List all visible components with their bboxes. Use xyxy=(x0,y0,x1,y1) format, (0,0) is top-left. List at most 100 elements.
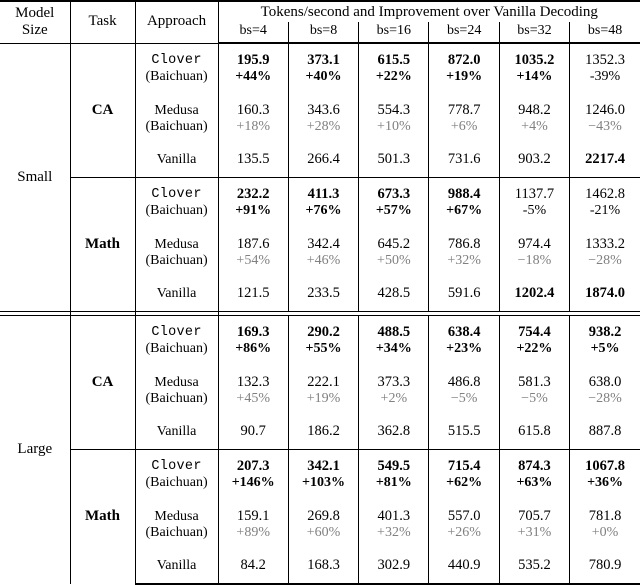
approach-name: Medusa xyxy=(154,237,199,253)
approach-model: (Baichuan) xyxy=(145,118,208,134)
improvement-percent: +50% xyxy=(377,252,411,268)
header-metric-group: Tokens/second and Improvement over Vanil… xyxy=(217,0,640,22)
cell-metric: 90.7 xyxy=(217,415,289,449)
cell-metric: 549.5 +81% xyxy=(358,448,430,500)
throughput-value: 1874.0 xyxy=(585,285,625,302)
approach-name: Medusa xyxy=(154,509,199,525)
throughput-value: 535.2 xyxy=(518,557,551,574)
throughput-value: 187.6 xyxy=(236,235,270,252)
improvement-percent: +26% xyxy=(447,524,481,540)
cell-metric: 1137.7 -5% xyxy=(498,176,571,228)
improvement-percent: +36% xyxy=(587,474,624,490)
throughput-value: 1137.7 xyxy=(514,185,555,202)
header-row-group: Model Size Task Approach Tokens/second a… xyxy=(0,0,640,43)
improvement-percent: +55% xyxy=(305,340,342,356)
throughput-value: 705.7 xyxy=(518,507,551,524)
throughput-value: 290.2 xyxy=(307,323,340,340)
cell-approach: Medusa (Baichuan) xyxy=(134,227,219,278)
cell-metric: 132.3 +45% xyxy=(217,365,289,416)
results-table-container: Model Size Task Approach Tokens/second a… xyxy=(0,0,640,585)
table-row: Math Clover (Baichuan) 232.2 +91% 411.3 +76% 67… xyxy=(0,176,640,311)
throughput-value: 780.9 xyxy=(588,557,622,574)
cell-metric: 187.6 +54% xyxy=(217,227,289,278)
header-model-size: Model Size xyxy=(0,0,71,43)
table-header: Model Size Task Approach Tokens/second a… xyxy=(0,0,640,44)
approach-model: (Baichuan) xyxy=(145,475,208,491)
cell-metric: 342.4 +46% xyxy=(287,227,360,278)
throughput-value: 84.2 xyxy=(240,557,266,574)
cell-metric: 638.4 +23% xyxy=(428,314,500,366)
improvement-percent: +22% xyxy=(516,340,553,356)
cell-metric: 373.3 +2% xyxy=(358,365,430,416)
throughput-value: 1352.3 xyxy=(585,52,625,69)
table-row: Small CA Clover (Baichuan) 195.9 +44% 373.1 +40… xyxy=(0,42,640,311)
approach-name: Clover xyxy=(151,459,202,475)
throughput-value: 754.4 xyxy=(518,323,551,340)
cell-metric: 1246.0 −43% xyxy=(569,93,640,144)
cell-metric: 781.8 +0% xyxy=(569,499,640,550)
improvement-percent: +28% xyxy=(306,118,341,134)
throughput-value: 554.3 xyxy=(377,101,411,118)
header-bs-4: bs=32 xyxy=(498,22,571,44)
throughput-value: 362.8 xyxy=(377,423,411,440)
header-bs-3: bs=24 xyxy=(428,22,500,44)
throughput-value: 440.9 xyxy=(447,557,481,574)
cell-task: Math xyxy=(69,176,136,311)
throughput-value: 501.3 xyxy=(377,151,411,168)
throughput-value: 731.6 xyxy=(447,151,481,168)
cell-metric: 290.2 +55% xyxy=(287,314,360,366)
header-model-size-line1: Model xyxy=(15,4,55,21)
cell-metric: 778.7 +6% xyxy=(428,93,500,144)
cell-metric: 974.4 −18% xyxy=(498,227,571,278)
throughput-value: 615.8 xyxy=(518,423,551,440)
improvement-percent: −43% xyxy=(588,118,622,134)
throughput-value: 778.7 xyxy=(447,101,481,118)
improvement-percent: +22% xyxy=(375,69,412,85)
approach-model: (Baichuan) xyxy=(145,341,208,357)
improvement-percent: +32% xyxy=(377,524,411,540)
cell-task: Math xyxy=(69,448,136,584)
cell-metric: 269.8 +60% xyxy=(287,499,360,550)
approach-name: Medusa xyxy=(154,375,199,391)
throughput-value: 1333.2 xyxy=(585,235,625,252)
throughput-value: 638.4 xyxy=(447,323,481,340)
cell-metric: 160.3 +18% xyxy=(217,93,289,144)
throughput-value: 988.4 xyxy=(447,185,481,202)
cell-metric: 874.3 +63% xyxy=(498,448,571,500)
throughput-value: 938.2 xyxy=(588,323,622,340)
cell-metric: 515.5 xyxy=(428,415,500,449)
approach-name: Vanilla xyxy=(156,152,197,168)
improvement-percent: +18% xyxy=(236,118,270,134)
throughput-value: 874.3 xyxy=(518,457,551,474)
cell-approach: Medusa (Baichuan) xyxy=(134,499,219,550)
throughput-value: 411.3 xyxy=(307,185,340,202)
improvement-percent: +44% xyxy=(235,69,272,85)
table-row: Large CA Clover (Baichuan) 169.3 +86% 290.2 +55… xyxy=(0,314,640,584)
cell-metric: 232.2 +91% xyxy=(217,176,289,228)
throughput-value: 132.3 xyxy=(236,373,270,390)
approach-model: (Baichuan) xyxy=(145,252,208,268)
cell-metric: 1333.2 −28% xyxy=(569,227,640,278)
throughput-value: 266.4 xyxy=(307,151,340,168)
cell-metric: 2217.4 xyxy=(569,143,640,177)
cell-metric: 486.8 −5% xyxy=(428,365,500,416)
improvement-percent: +81% xyxy=(375,474,412,490)
improvement-percent: +10% xyxy=(377,118,411,134)
improvement-percent: -21% xyxy=(589,202,621,218)
improvement-percent: +86% xyxy=(235,340,272,356)
header-model-size-line2: Size xyxy=(21,21,48,38)
improvement-percent: +19% xyxy=(446,69,483,85)
table-row: Math Clover (Baichuan) 207.3 +146% 342.1 +103%… xyxy=(0,448,640,584)
cell-metric: 1202.4 xyxy=(498,277,571,311)
cell-task: CA xyxy=(69,42,136,177)
cell-metric: 428.5 xyxy=(358,277,430,311)
cell-metric: 186.2 xyxy=(287,415,360,449)
throughput-value: 195.9 xyxy=(236,52,270,69)
throughput-value: 887.8 xyxy=(588,423,622,440)
cell-approach: Clover (Baichuan) xyxy=(134,314,219,366)
improvement-percent: +31% xyxy=(517,524,552,540)
improvement-percent: +103% xyxy=(302,474,345,490)
cell-metric: 440.9 xyxy=(428,549,500,585)
cell-metric: 887.8 xyxy=(569,415,640,449)
improvement-percent: +45% xyxy=(236,390,270,406)
